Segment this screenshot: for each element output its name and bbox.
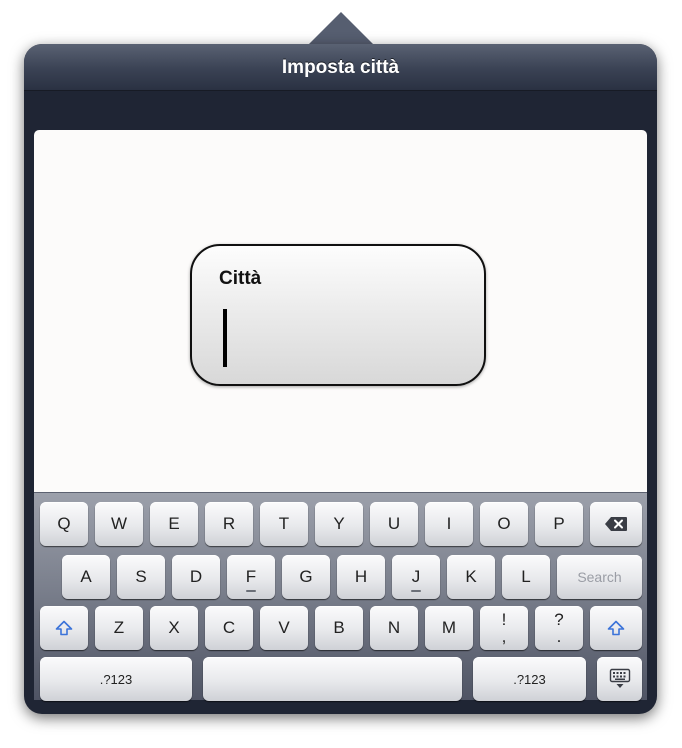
key-a[interactable]: A xyxy=(62,555,110,599)
city-popover: Imposta città Città Q W E R T Y U I O P … xyxy=(24,44,657,714)
backspace-icon xyxy=(604,516,628,532)
shift-left-key[interactable] xyxy=(40,606,88,650)
city-field-label: Città xyxy=(219,268,262,289)
shift-icon xyxy=(55,620,73,636)
key-x[interactable]: X xyxy=(150,606,198,650)
popover-title-bar: Imposta città xyxy=(24,44,657,91)
on-screen-keyboard: Q W E R T Y U I O P A S D F G H J K L Se… xyxy=(34,492,647,701)
key-p[interactable]: P xyxy=(535,502,583,546)
key-f[interactable]: F xyxy=(227,555,275,599)
key-j[interactable]: J xyxy=(392,555,440,599)
key-n[interactable]: N xyxy=(370,606,418,650)
key-h[interactable]: H xyxy=(337,555,385,599)
key-i[interactable]: I xyxy=(425,502,473,546)
popover-content: Città xyxy=(34,130,647,492)
key-k[interactable]: K xyxy=(447,555,495,599)
key-comma-bottom: , xyxy=(501,627,507,646)
search-key[interactable]: Search xyxy=(557,555,642,599)
key-period-bottom: . xyxy=(556,627,562,646)
key-t[interactable]: T xyxy=(260,502,308,546)
backspace-key[interactable] xyxy=(590,502,642,546)
key-l[interactable]: L xyxy=(502,555,550,599)
key-u[interactable]: U xyxy=(370,502,418,546)
numbers-key-right[interactable]: .?123 xyxy=(473,657,586,701)
key-question-top: ? xyxy=(554,610,564,629)
city-input-field[interactable]: Città xyxy=(190,244,486,386)
space-bar[interactable] xyxy=(203,657,462,701)
key-exclamation-comma[interactable]: ! , xyxy=(480,606,528,650)
shift-icon xyxy=(607,620,625,636)
key-g[interactable]: G xyxy=(282,555,330,599)
key-b[interactable]: B xyxy=(315,606,363,650)
popover-title: Imposta città xyxy=(281,57,400,78)
key-v[interactable]: V xyxy=(260,606,308,650)
keyboard-dismiss-icon xyxy=(609,668,631,690)
key-m[interactable]: M xyxy=(425,606,473,650)
key-q[interactable]: Q xyxy=(40,502,88,546)
key-e[interactable]: E xyxy=(150,502,198,546)
text-cursor xyxy=(223,309,227,367)
dismiss-keyboard-key[interactable] xyxy=(597,657,642,701)
key-question-period[interactable]: ? . xyxy=(535,606,583,650)
popover-arrow xyxy=(308,12,374,45)
key-w[interactable]: W xyxy=(95,502,143,546)
shift-right-key[interactable] xyxy=(590,606,642,650)
key-s[interactable]: S xyxy=(117,555,165,599)
key-o[interactable]: O xyxy=(480,502,528,546)
key-exclamation-top: ! xyxy=(501,610,507,629)
key-d[interactable]: D xyxy=(172,555,220,599)
key-r[interactable]: R xyxy=(205,502,253,546)
numbers-key-left[interactable]: .?123 xyxy=(40,657,192,701)
key-y[interactable]: Y xyxy=(315,502,363,546)
key-c[interactable]: C xyxy=(205,606,253,650)
key-z[interactable]: Z xyxy=(95,606,143,650)
